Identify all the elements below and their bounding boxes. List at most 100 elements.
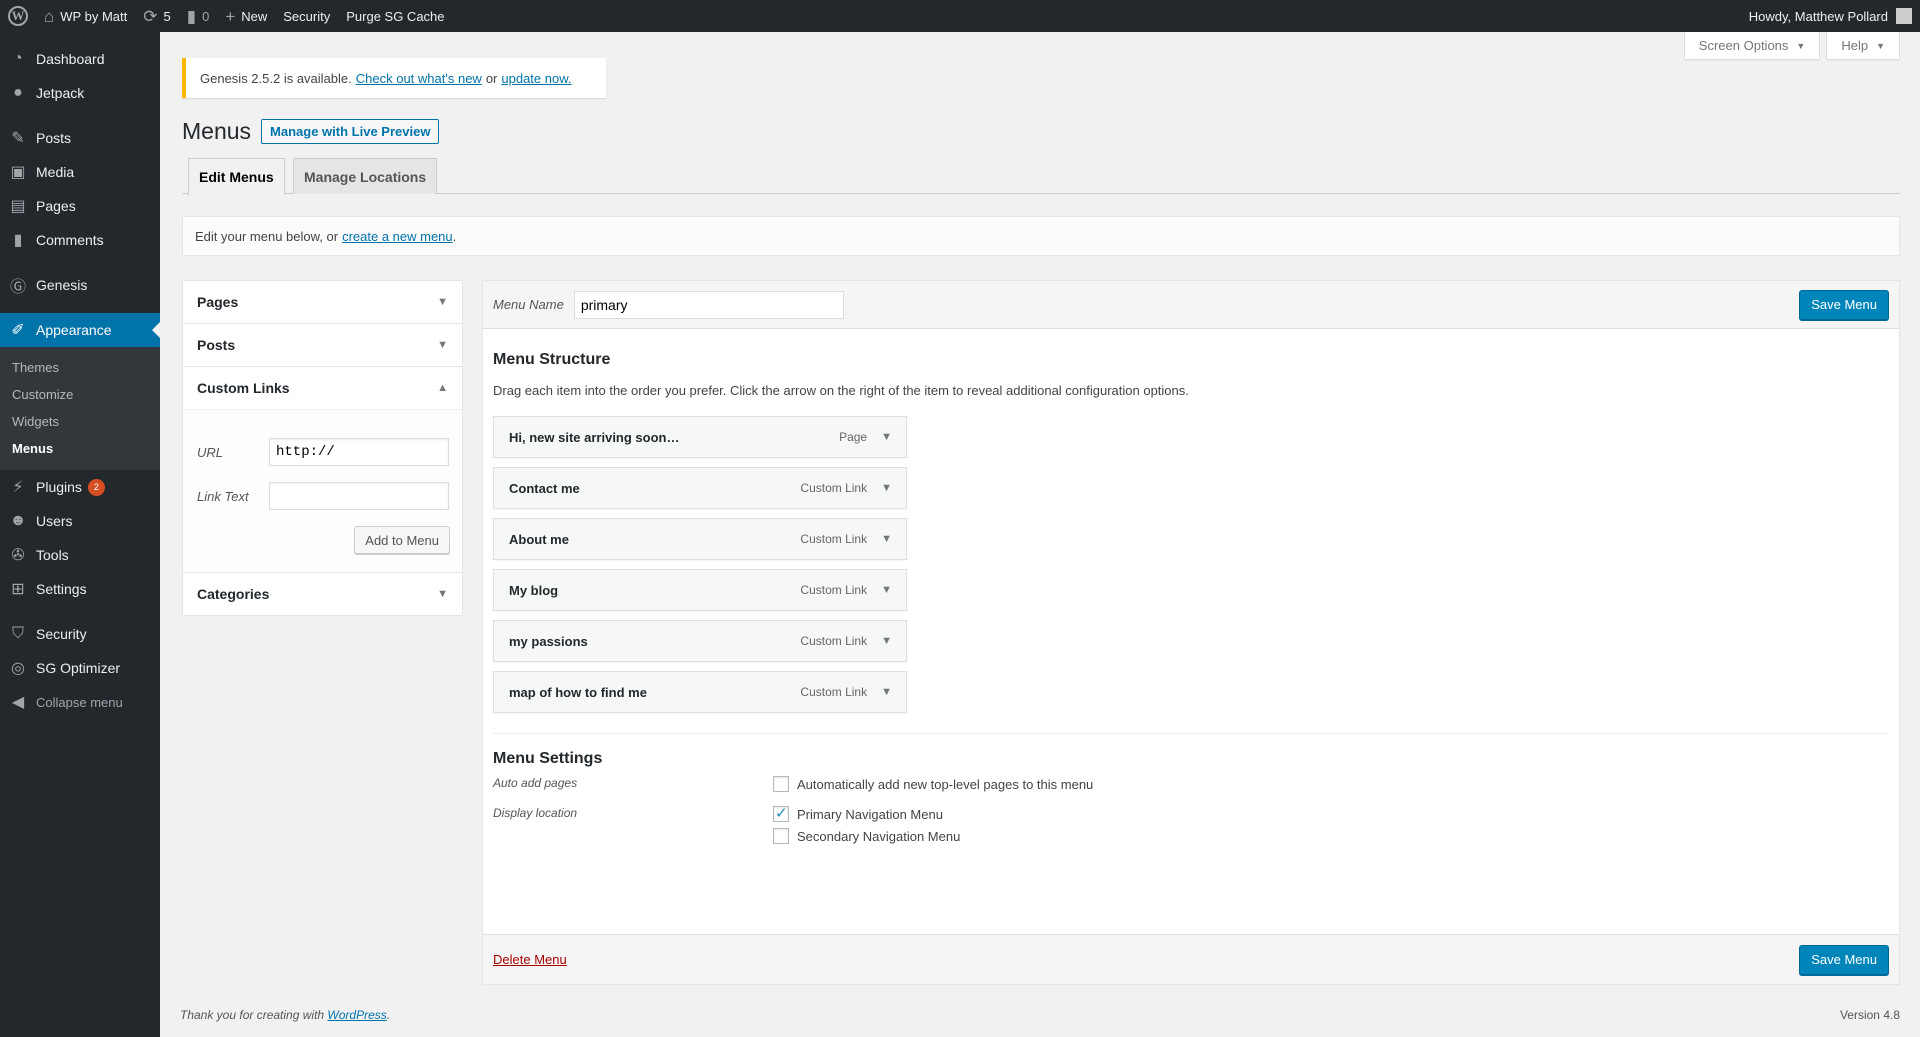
screen-options-button[interactable]: Screen Options ▼ [1683, 32, 1821, 60]
menu-name-input[interactable] [573, 290, 844, 319]
sidebar-item-label: Posts [36, 130, 72, 146]
url-row: URL [197, 438, 450, 466]
primary-nav-checkbox[interactable] [773, 804, 789, 822]
menu-item[interactable]: My blog Custom Link ▼ [493, 569, 907, 611]
sidebar-item-settings[interactable]: ⊞ Settings [0, 572, 160, 606]
sidebar-item-label: Media [36, 164, 75, 180]
menu-item-type: Custom Link [800, 634, 868, 648]
shield-icon: ⛉ [11, 625, 24, 642]
menu-item[interactable]: Contact me Custom Link ▼ [493, 467, 907, 509]
accordion-title-pages[interactable]: Pages ▼ [183, 281, 462, 323]
plus-icon: + [225, 6, 236, 26]
arrow-down-icon[interactable]: ▼ [881, 431, 892, 443]
menu-item-title: map of how to find me [509, 684, 647, 700]
wordpress-link[interactable]: WordPress [327, 1008, 386, 1022]
auto-add-checkbox[interactable] [773, 776, 789, 792]
primary-nav-option[interactable]: Primary Navigation Menu [773, 804, 960, 822]
sidebar-item-plugins[interactable]: ⚡ Plugins 2 [0, 470, 160, 504]
menu-item[interactable]: About me Custom Link ▼ [493, 518, 907, 560]
arrow-down-icon[interactable]: ▼ [881, 533, 892, 545]
purge-cache-link[interactable]: Purge SG Cache [338, 0, 452, 32]
menu-item[interactable]: map of how to find me Custom Link ▼ [493, 671, 907, 713]
accordion-title-custom-links[interactable]: Custom Links ▲ [183, 367, 462, 409]
caret-down-icon: ▼ [1796, 40, 1806, 51]
menu-name-label: Menu Name [493, 297, 564, 312]
secondary-nav-option[interactable]: Secondary Navigation Menu [773, 828, 960, 844]
footer-thanks: Thank you for creating with WordPress. [180, 1008, 390, 1022]
notice-text: Genesis 2.5.2 is available. [200, 70, 352, 86]
sidebar-item-posts[interactable]: ✎ Posts [0, 121, 160, 155]
sidebar-item-genesis[interactable]: Ⓖ Genesis [0, 268, 160, 302]
my-account-link[interactable]: Howdy, Matthew Pollard [1741, 0, 1920, 32]
sidebar-item-pages[interactable]: ▤ Pages [0, 189, 160, 223]
sidebar-item-media[interactable]: ▣ Media [0, 155, 160, 189]
accordion-label: Pages [197, 294, 239, 310]
sidebar-item-sg-optimizer[interactable]: ◎ SG Optimizer [0, 651, 160, 685]
auto-add-checks: Automatically add new top-level pages to… [773, 776, 1093, 792]
arrow-down-icon[interactable]: ▼ [881, 584, 892, 596]
arrow-down-icon[interactable]: ▼ [881, 482, 892, 494]
sidebar-item-dashboard[interactable]: ◔ Dashboard [0, 42, 160, 76]
sidebar-item-label: Pages [36, 198, 76, 214]
site-name-link[interactable]: ⌂ WP by Matt [36, 0, 135, 32]
new-label: New [241, 8, 268, 24]
avatar [1896, 8, 1912, 24]
url-label: URL [197, 444, 224, 460]
sidebar-item-comments[interactable]: ▮ Comments [0, 223, 160, 257]
accordion-title-posts[interactable]: Posts ▼ [183, 324, 462, 366]
url-input[interactable] [269, 438, 449, 466]
help-label: Help [1841, 38, 1869, 53]
arrow-down-icon[interactable]: ▼ [881, 686, 892, 698]
auto-add-option[interactable]: Automatically add new top-level pages to… [773, 776, 1093, 792]
arrow-down-icon: ▼ [437, 588, 448, 600]
sidebar-item-tools[interactable]: ✇ Tools [0, 538, 160, 572]
tab-manage-locations[interactable]: Manage Locations [293, 158, 438, 194]
primary-nav-label: Primary Navigation Menu [797, 806, 943, 822]
menu-item[interactable]: my passions Custom Link ▼ [493, 620, 907, 662]
secondary-nav-label: Secondary Navigation Menu [797, 828, 961, 844]
submenu-item-widgets[interactable]: Widgets [0, 408, 160, 435]
sidebar-item-security[interactable]: ⛉ Security [0, 617, 160, 651]
menu-item-type: Custom Link [800, 685, 868, 699]
accordion-label: Categories [197, 586, 270, 602]
tab-edit-menus[interactable]: Edit Menus [188, 158, 285, 195]
wordpress-icon: W [8, 6, 28, 26]
security-link[interactable]: Security [275, 0, 338, 32]
link-text-input[interactable] [269, 482, 449, 510]
delete-menu-link[interactable]: Delete Menu [493, 952, 567, 967]
accordion-title-categories[interactable]: Categories ▼ [183, 573, 462, 615]
sidebar-item-users[interactable]: ☻ Users [0, 504, 160, 538]
settings-icon: ⊞ [11, 581, 25, 598]
sidebar-item-label: Genesis [36, 277, 88, 293]
menu-footer: Delete Menu Save Menu [483, 934, 1899, 984]
collapse-menu-button[interactable]: ◀ Collapse menu [0, 685, 160, 719]
accordion-label: Posts [197, 337, 236, 353]
sidebar-item-label: Plugins [36, 479, 82, 495]
new-content-link[interactable]: + New [217, 0, 275, 32]
create-new-menu-link[interactable]: create a new menu [342, 229, 453, 244]
sidebar-item-label: Appearance [36, 322, 112, 338]
whats-new-link[interactable]: Check out what's new [356, 71, 482, 86]
submenu-item-themes[interactable]: Themes [0, 354, 160, 381]
update-notice: Genesis 2.5.2 is available. Check out wh… [182, 58, 606, 98]
comment-icon: ▮ [13, 232, 23, 249]
live-preview-button[interactable]: Manage with Live Preview [261, 119, 440, 144]
updates-link[interactable]: ⟳ 5 [135, 0, 178, 32]
sidebar-item-jetpack[interactable]: ● Jetpack [0, 76, 160, 110]
save-menu-button-bottom[interactable]: Save Menu [1799, 944, 1889, 975]
secondary-nav-checkbox[interactable] [773, 828, 789, 844]
menu-header: Menu Name Save Menu [483, 281, 1899, 329]
save-menu-button-top[interactable]: Save Menu [1799, 289, 1889, 320]
sidebar-item-label: Jetpack [36, 85, 85, 101]
submenu-item-customize[interactable]: Customize [0, 381, 160, 408]
wordpress-logo-menu[interactable]: W [0, 0, 36, 32]
submenu-item-menus[interactable]: Menus [0, 435, 160, 462]
sidebar-item-appearance[interactable]: ✐ Appearance [0, 313, 160, 347]
update-now-link[interactable]: update now. [501, 71, 571, 86]
help-button[interactable]: Help ▼ [1826, 32, 1900, 60]
arrow-down-icon[interactable]: ▼ [881, 635, 892, 647]
add-to-menu-button[interactable]: Add to Menu [354, 526, 450, 554]
user-icon: ☻ [9, 512, 27, 529]
comments-link[interactable]: ▮ 0 [179, 0, 218, 32]
menu-item[interactable]: Hi, new site arriving soon… Page ▼ [493, 416, 907, 458]
